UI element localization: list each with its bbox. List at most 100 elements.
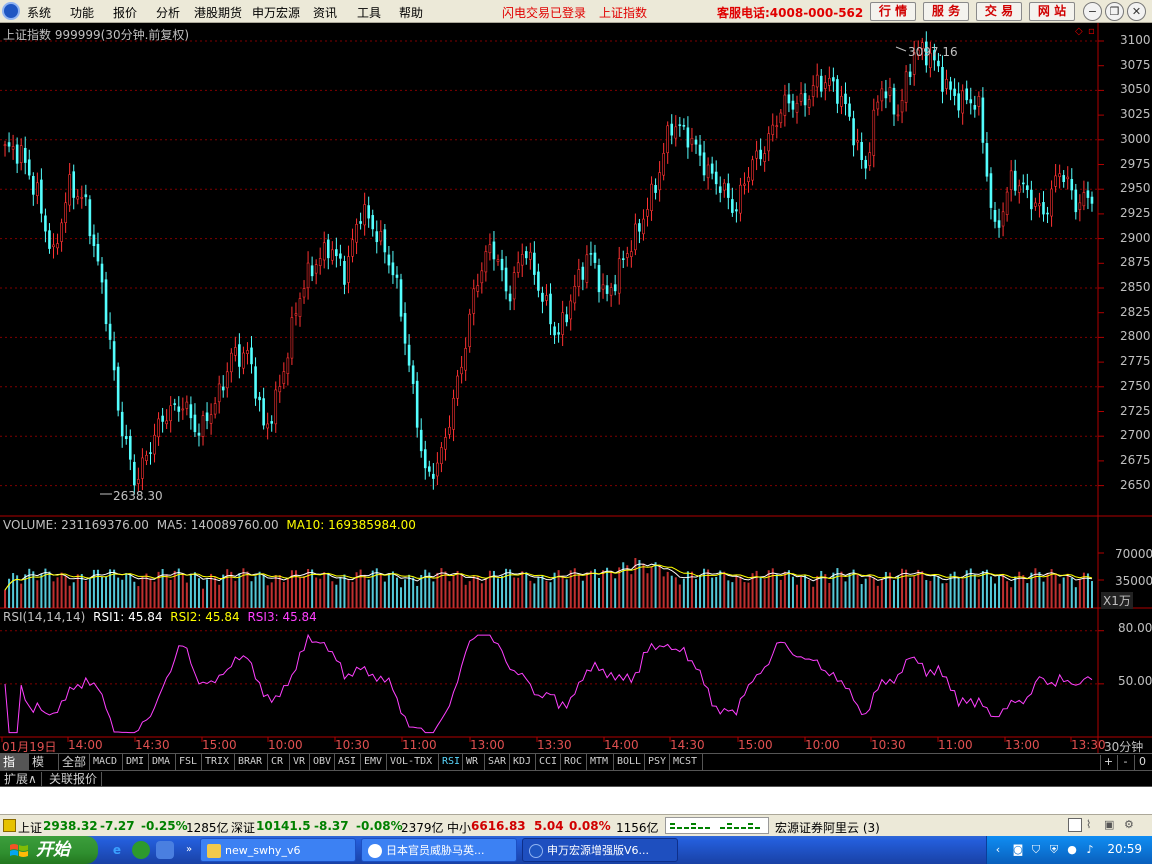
indicator-tab-brar[interactable]: BRAR — [235, 754, 268, 770]
indicator-tab-psy[interactable]: PSY — [645, 754, 670, 770]
task-browser[interactable]: 日本官员威胁马英... — [361, 838, 517, 862]
menu-tools[interactable]: 工具 — [357, 4, 381, 21]
volume-bar — [100, 577, 103, 608]
lock-icon[interactable] — [3, 819, 16, 832]
time-axis-label: 10:00 — [805, 738, 840, 752]
candle-body — [819, 75, 823, 92]
zoom-in-button[interactable]: + — [1100, 755, 1116, 770]
volume-icon[interactable]: ♪ — [1083, 843, 1097, 857]
app-logo-icon[interactable] — [2, 2, 20, 20]
restore-icon[interactable]: ❐ — [1105, 2, 1124, 21]
keyboard-icon[interactable] — [1068, 818, 1082, 832]
task-swhy-app[interactable]: 申万宏源增强版V6... — [522, 838, 678, 862]
diamond-icon[interactable]: ◇ — [1075, 26, 1083, 37]
flash-login-status[interactable]: 闪电交易已登录 — [502, 4, 586, 21]
menu-system[interactable]: 系统 — [27, 4, 51, 21]
candle-body — [306, 262, 310, 289]
indicator-tab-cr[interactable]: CR — [268, 754, 290, 770]
candle-body — [908, 71, 912, 77]
zoom-out-button[interactable]: - — [1117, 755, 1133, 770]
volume-bar — [848, 573, 851, 608]
menu-help[interactable]: 帮助 — [399, 4, 423, 21]
trade-button[interactable]: 交 易 — [976, 2, 1022, 21]
indicator-tab-asi[interactable]: ASI — [335, 754, 361, 770]
candle-body — [621, 258, 625, 260]
volume-bar — [48, 571, 51, 608]
indicator-tab-kdj[interactable]: KDJ — [510, 754, 536, 770]
network-icon[interactable]: ◙ — [1011, 843, 1025, 857]
indicator-tab-obv[interactable]: OBV — [310, 754, 335, 770]
indicator-tab-cci[interactable]: CCI — [536, 754, 561, 770]
volume-bar — [501, 575, 504, 608]
chart-area[interactable]: 上证指数 999999(30分钟.前复权) ◇ ▫ 3097.16 2638.3… — [0, 23, 1152, 754]
indicator-tab-vol-tdx[interactable]: VOL-TDX — [387, 754, 439, 770]
indicator-tab-dma[interactable]: DMA — [149, 754, 176, 770]
lock-small-icon[interactable]: ▣ — [1104, 818, 1118, 832]
candle-body — [613, 284, 617, 292]
task-folder[interactable]: new_swhy_v6 — [200, 838, 356, 862]
candle-body — [702, 152, 706, 176]
service-button[interactable]: 服 务 — [923, 2, 969, 21]
antivirus-icon[interactable]: ⛉ — [1029, 843, 1043, 857]
menu-hk-futures[interactable]: 港股期货 — [194, 4, 242, 21]
shield-icon[interactable]: ⛨ — [1047, 843, 1061, 857]
volume-bar — [545, 580, 548, 608]
indicator-tab-wr[interactable]: WR — [463, 754, 485, 770]
rsi2-value: RSI2: 45.84 — [170, 610, 240, 624]
indicator-tab-dmi[interactable]: DMI — [123, 754, 149, 770]
candle-body — [1054, 175, 1057, 187]
tab-related-quotes[interactable]: 关联报价 — [45, 772, 103, 787]
candle-body — [379, 230, 383, 242]
indicator-tab-emv[interactable]: EMV — [361, 754, 387, 770]
candle-body — [375, 231, 379, 243]
indicator-tab-trix[interactable]: TRIX — [202, 754, 235, 770]
menu-function[interactable]: 功能 — [70, 4, 94, 21]
volume-bar — [892, 580, 895, 608]
desktop-icon[interactable] — [156, 841, 174, 859]
signal-icon[interactable]: ⌇ — [1086, 818, 1100, 832]
candle-body — [662, 153, 665, 176]
server-name[interactable]: 宏源证券阿里云 (3) — [775, 819, 880, 836]
menu-quote[interactable]: 报价 — [113, 4, 137, 21]
time-axis-label: 13:30 — [537, 738, 572, 752]
tray-arrow-icon[interactable]: ‹ — [991, 843, 1005, 857]
reset-button[interactable]: 0 — [1134, 755, 1150, 770]
chart-canvas[interactable] — [0, 23, 1152, 753]
volume-bar — [496, 578, 499, 608]
minimize-icon[interactable]: − — [1083, 2, 1102, 21]
volume-bar — [1090, 581, 1093, 608]
candle-body — [811, 85, 815, 97]
menu-swhy[interactable]: 申万宏源 — [252, 4, 300, 21]
menu-news[interactable]: 资讯 — [313, 4, 337, 21]
tab-expand[interactable]: 扩展∧ — [0, 772, 42, 787]
indicator-tab-vr[interactable]: VR — [290, 754, 310, 770]
zx-amount: 1156亿 — [616, 821, 659, 835]
index-name-link[interactable]: 上证指数 — [599, 4, 647, 21]
indicator-tab-fsl[interactable]: FSL — [176, 754, 202, 770]
indicator-tab-macd[interactable]: MACD — [90, 754, 123, 770]
indicator-tab-全部[interactable]: 全部 — [59, 754, 90, 770]
volume-bar — [828, 583, 831, 608]
indicator-tab-模板[interactable]: 模板 — [29, 754, 59, 783]
start-button[interactable]: 开始 — [0, 836, 98, 864]
settings-icon[interactable]: ⚙ — [1124, 818, 1138, 832]
volume-bar — [739, 576, 742, 608]
candle-body — [32, 176, 35, 195]
indicator-tab-mcst[interactable]: MCST — [670, 754, 703, 770]
indicator-tab-boll[interactable]: BOLL — [614, 754, 645, 770]
indicator-tab-roc[interactable]: ROC — [561, 754, 587, 770]
indicator-tab-指标[interactable]: 指标 — [0, 754, 29, 783]
indicator-tab-mtm[interactable]: MTM — [587, 754, 614, 770]
browser-icon[interactable] — [132, 841, 150, 859]
window-corner-icon[interactable]: ▫ — [1088, 26, 1095, 37]
candle-body — [157, 418, 160, 438]
indicator-tab-sar[interactable]: SAR — [485, 754, 510, 770]
security-icon[interactable]: ● — [1065, 843, 1079, 857]
close-icon[interactable]: ✕ — [1127, 2, 1146, 21]
ie-icon[interactable]: e — [108, 841, 126, 859]
menu-analysis[interactable]: 分析 — [156, 4, 180, 21]
website-button[interactable]: 网 站 — [1029, 2, 1075, 21]
expand-quicklaunch-icon[interactable]: » — [180, 841, 198, 859]
indicator-tab-rsi[interactable]: RSI — [439, 754, 463, 770]
quote-button[interactable]: 行 情 — [870, 2, 916, 21]
